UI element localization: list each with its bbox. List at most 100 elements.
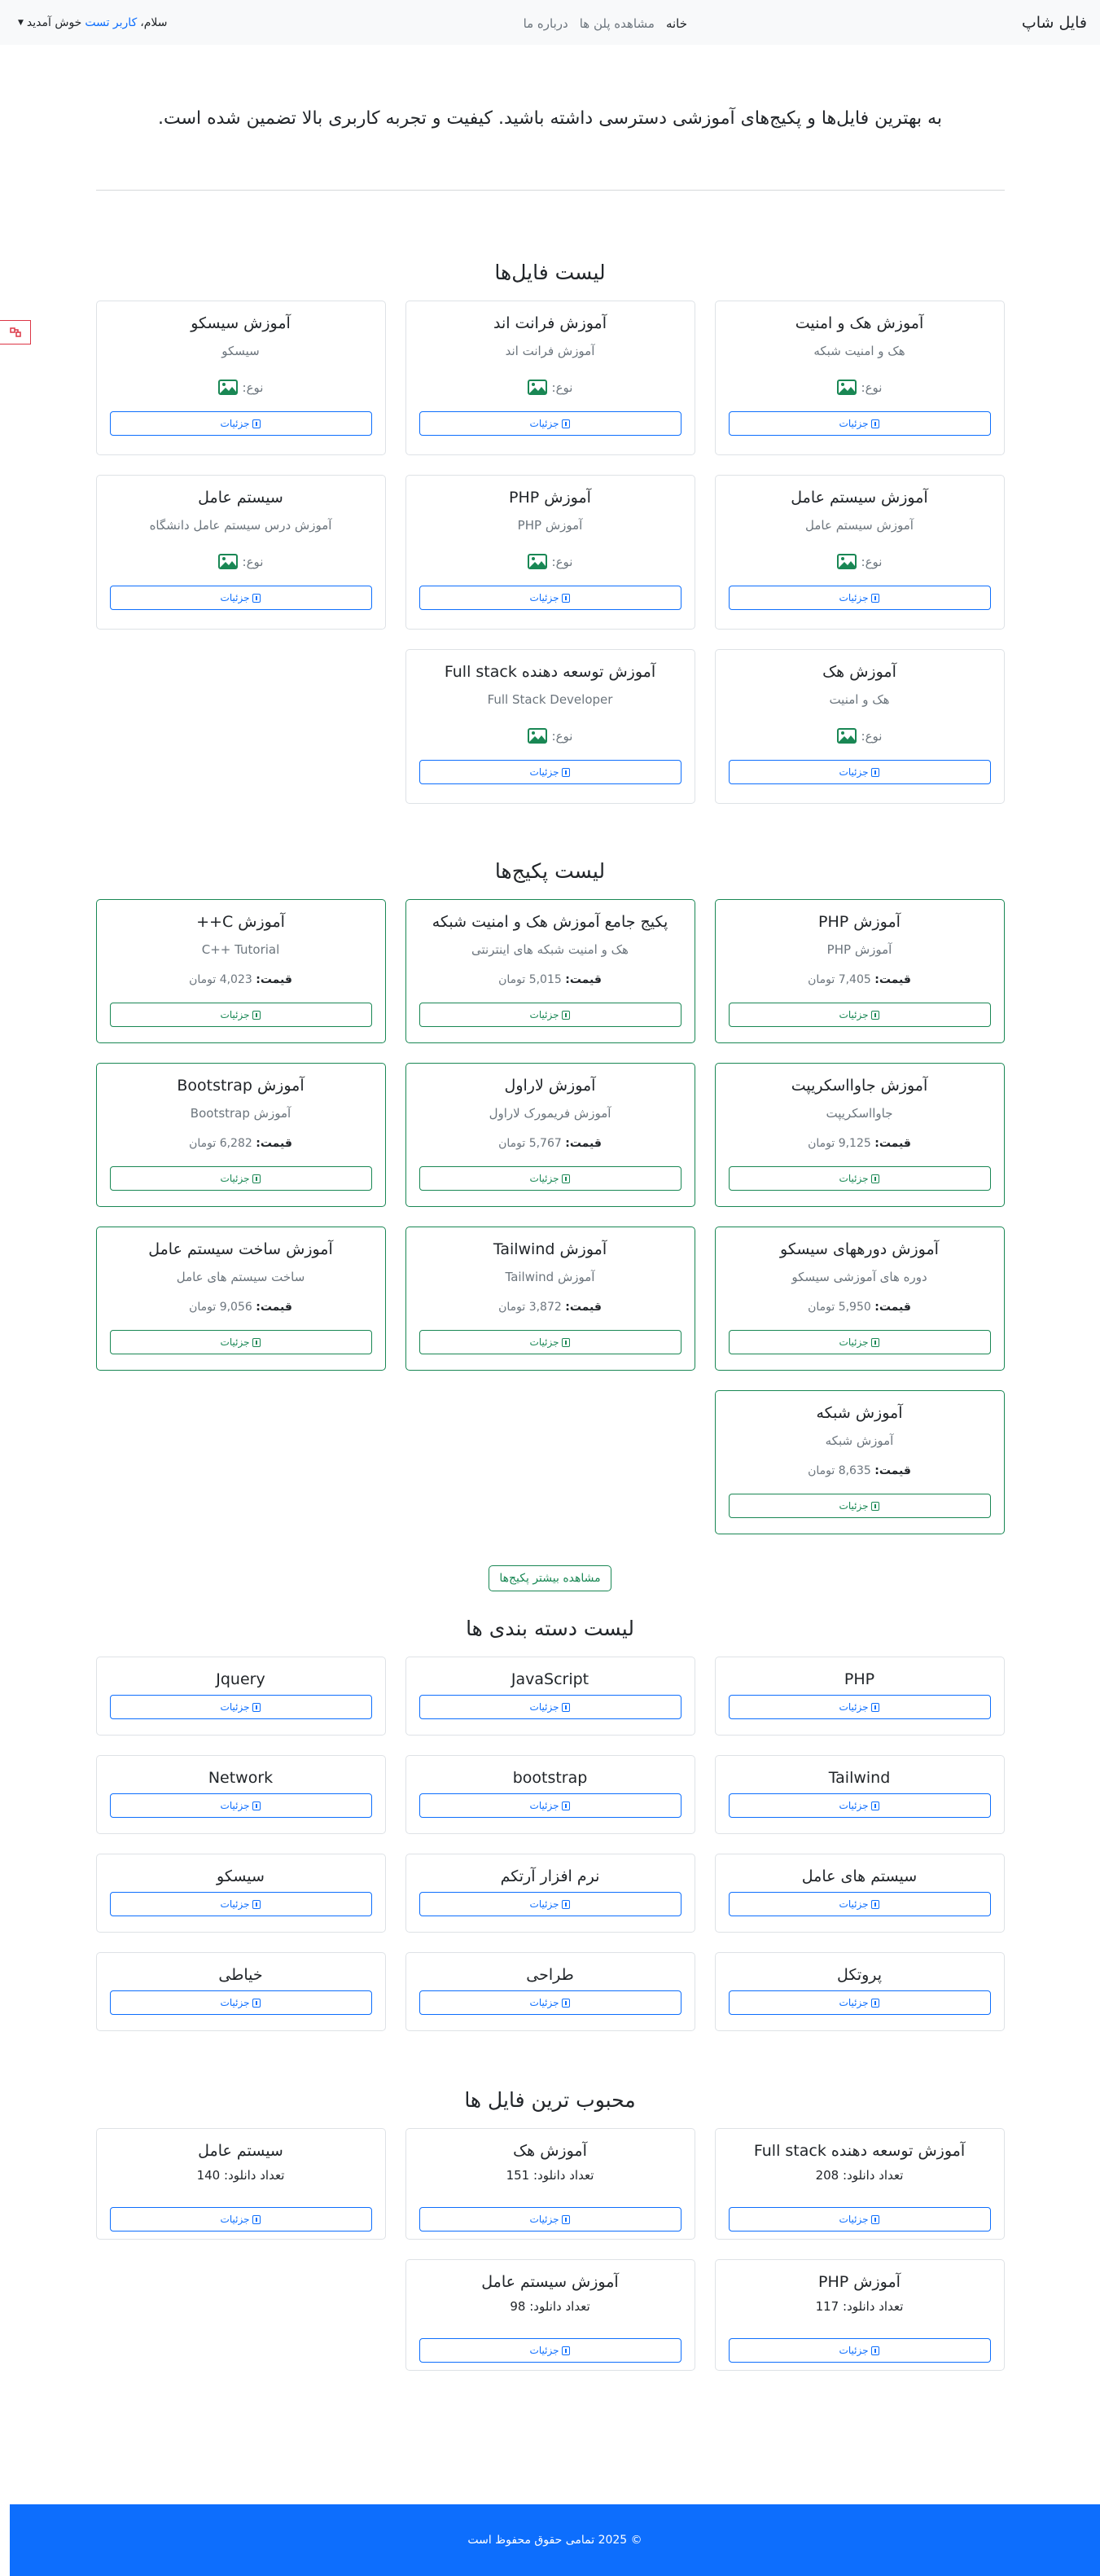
category-card: Jquery جزئیات <box>95 1657 386 1736</box>
info-icon <box>871 1174 880 1183</box>
details-button[interactable]: جزئیات <box>728 1892 991 1916</box>
price-value: 4,023 تومان <box>189 973 252 986</box>
details-label: جزئیات <box>220 2214 250 2225</box>
details-button[interactable]: جزئیات <box>419 586 681 610</box>
package-price: قیمت: 7,405 تومان <box>729 973 991 986</box>
details-label: جزئیات <box>220 1800 250 1811</box>
details-button[interactable]: جزئیات <box>728 1166 991 1191</box>
info-icon <box>871 1702 880 1712</box>
package-card: پکیج جامع آموزش هک و امنیت شبکه هک و امنی… <box>405 899 695 1043</box>
details-button[interactable]: جزئیات <box>109 1892 372 1916</box>
caret-down-icon: ▼ <box>18 18 24 27</box>
details-button[interactable]: جزئیات <box>109 586 372 610</box>
details-button[interactable]: جزئیات <box>109 411 372 436</box>
details-button[interactable]: جزئیات <box>109 1330 372 1354</box>
package-price: قیمت: 3,872 تومان <box>419 1301 681 1314</box>
package-subtitle: دوره های آموزشی سیسکو <box>791 1270 927 1284</box>
intro-text: به بهترین فایل‌ها و پکیج‌های آموزشی دستر… <box>95 45 1005 191</box>
nav-home[interactable]: خانه <box>666 16 687 31</box>
info-icon <box>562 767 571 777</box>
details-button[interactable]: جزئیات <box>728 586 991 610</box>
details-button[interactable]: جزئیات <box>419 1003 681 1027</box>
category-card: خیاطی جزئیات <box>95 1952 386 2031</box>
image-icon <box>527 380 547 395</box>
files-grid: آموزش هک و امنیت هک و امنیت شبکه نوع: جزئیا… <box>95 301 1005 804</box>
category-card: bootstrap جزئیات <box>405 1755 695 1834</box>
details-button[interactable]: جزئیات <box>419 411 681 436</box>
details-button[interactable]: جزئیات <box>109 1793 372 1818</box>
details-button[interactable]: جزئیات <box>109 1990 372 2015</box>
price-label: قیمت: <box>256 1301 292 1314</box>
details-label: جزئیات <box>529 2345 559 2356</box>
details-button[interactable]: جزئیات <box>728 411 991 436</box>
price-label: قیمت: <box>256 973 292 986</box>
nav-plans[interactable]: مشاهده پلن ها <box>580 16 655 31</box>
package-card: آموزش شبکه آموزش شبکه قیمت: 8,635 تومان جزئ… <box>714 1390 1005 1534</box>
nav-about[interactable]: درباره ما <box>524 16 568 31</box>
file-card: آموزش فرانت اند آموزش فرانت اند نوع: جزئیات <box>405 301 695 455</box>
footer-copyright: © 2025 تمامی حقوق محفوظ است <box>467 2534 642 2547</box>
details-label: جزئیات <box>839 418 869 429</box>
package-card: آموزش لاراول آموزش فریمورک لاراول قیمت: 5,… <box>405 1063 695 1207</box>
details-button[interactable]: جزئیات <box>419 2338 681 2363</box>
category-title: طراحی <box>526 1966 574 1984</box>
file-type: نوع: <box>110 380 372 395</box>
details-button[interactable]: جزئیات <box>419 1892 681 1916</box>
price-label: قیمت: <box>256 1137 292 1150</box>
type-label: نوع: <box>242 554 264 569</box>
details-button[interactable]: جزئیات <box>728 2338 991 2363</box>
details-button[interactable]: جزئیات <box>728 1695 991 1719</box>
details-label: جزئیات <box>839 1009 869 1020</box>
brand-logo[interactable]: فایل شاپ <box>1022 14 1087 32</box>
user-menu[interactable]: سلام، کاربر تست خوش آمدید ▼ <box>18 16 168 29</box>
info-icon <box>871 1998 880 2008</box>
info-icon <box>871 419 880 428</box>
details-button[interactable]: جزئیات <box>419 1330 681 1354</box>
category-title: JavaScript <box>511 1670 589 1688</box>
type-label: نوع: <box>242 380 264 395</box>
details-label: جزئیات <box>529 1800 559 1811</box>
package-card: آموزش دورههای سیسکو دوره های آموزشی سیسکو… <box>714 1227 1005 1371</box>
details-button[interactable]: جزئیات <box>419 1793 681 1818</box>
details-button[interactable]: جزئیات <box>109 1166 372 1191</box>
details-button[interactable]: جزئیات <box>728 1003 991 1027</box>
package-card: آموزش جاوااسکریپت جاوااسکریپت قیمت: 9,125 … <box>714 1063 1005 1207</box>
price-label: قیمت: <box>565 1137 602 1150</box>
downloads-value: 140 <box>196 2168 221 2183</box>
category-card: Network جزئیات <box>95 1755 386 1834</box>
details-button[interactable]: جزئیات <box>419 1990 681 2015</box>
details-label: جزئیات <box>839 1800 869 1811</box>
file-type: نوع: <box>729 380 991 395</box>
details-button[interactable]: جزئیات <box>728 1330 991 1354</box>
details-button[interactable]: جزئیات <box>728 1494 991 1518</box>
details-button[interactable]: جزئیات <box>728 1990 991 2015</box>
details-button[interactable]: جزئیات <box>419 760 681 784</box>
info-icon <box>252 1801 261 1810</box>
package-title: پکیج جامع آموزش هک و امنیت شبکه <box>432 913 668 931</box>
details-label: جزئیات <box>839 2345 869 2356</box>
details-label: جزئیات <box>529 1701 559 1713</box>
details-label: جزئیات <box>839 1336 869 1348</box>
details-label: جزئیات <box>529 1898 559 1910</box>
details-label: جزئیات <box>839 766 869 778</box>
details-button[interactable]: جزئیات <box>109 1003 372 1027</box>
details-button[interactable]: جزئیات <box>109 1695 372 1719</box>
downloads-label: تعداد دانلود: <box>843 2299 904 2314</box>
package-card: آموزش ساخت سیستم عامل ساخت سیستم های عامل… <box>95 1227 386 1371</box>
type-label: نوع: <box>551 728 573 744</box>
side-widget[interactable] <box>0 320 31 344</box>
details-button[interactable]: جزئیات <box>109 2207 372 2232</box>
info-icon <box>252 593 261 603</box>
details-button[interactable]: جزئیات <box>728 760 991 784</box>
popular-file-card: آموزش سیستم عامل تعداد دانلود: 98 جزئیات <box>405 2259 695 2371</box>
info-icon <box>562 419 571 428</box>
categories-grid: PHP جزئیات JavaScript جزئیات Jquery جزئیات Tai… <box>95 1657 1005 2031</box>
details-button[interactable]: جزئیات <box>728 2207 991 2232</box>
more-packages-button[interactable]: مشاهده بیشتر پکیج‌ها <box>489 1565 611 1591</box>
info-icon <box>871 1010 880 1020</box>
details-label: جزئیات <box>839 1997 869 2008</box>
details-button[interactable]: جزئیات <box>419 2207 681 2232</box>
details-button[interactable]: جزئیات <box>728 1793 991 1818</box>
details-button[interactable]: جزئیات <box>419 1695 681 1719</box>
details-button[interactable]: جزئیات <box>419 1166 681 1191</box>
